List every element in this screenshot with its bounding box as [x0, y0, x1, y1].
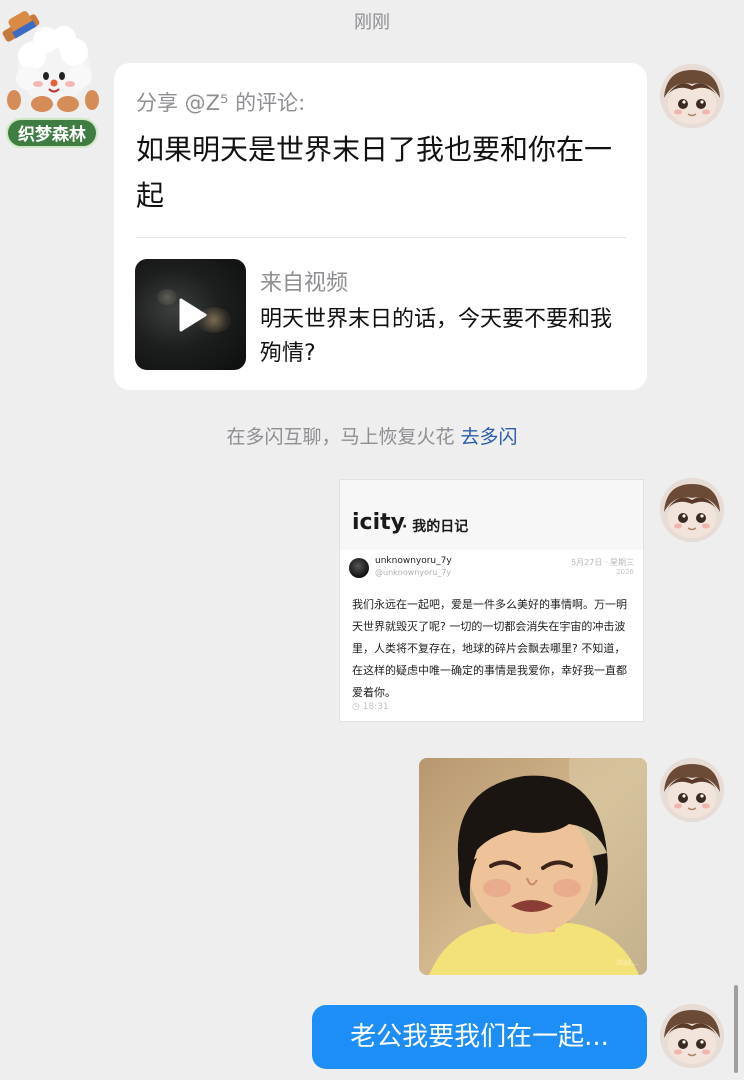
- shared-comment-text: 如果明天是世界末日了我也要和你在一起: [136, 133, 613, 212]
- my-avatar[interactable]: [660, 1004, 724, 1068]
- icity-subtitle: · 我的日记: [402, 519, 469, 535]
- icity-logo: icity: [352, 510, 405, 535]
- share-header: 分享 @Z⁵ 的评论:: [136, 91, 306, 115]
- icity-handle: @unknownyoru_7y: [375, 568, 452, 577]
- spark-hint: 在多闪互聊，马上恢复火花 去多闪: [0, 422, 744, 449]
- video-title: 明天世界末日的话，今天要不要和我殉情?: [260, 307, 613, 366]
- video-thumbnail[interactable]: [135, 259, 246, 370]
- divider: [136, 237, 626, 238]
- my-avatar[interactable]: [660, 478, 724, 542]
- icity-diary-text: 我们永远在一起吧，爱是一件多么美好的事情啊。万一明天世界就毁灭了呢? 一切的一切…: [352, 598, 627, 699]
- icity-time-value: 18:31: [362, 702, 389, 712]
- shared-comment-card[interactable]: 分享 @Z⁵ 的评论: 如果明天是世界末日了我也要和你在一起 来自视频 明天世界…: [114, 63, 647, 390]
- spark-hint-text: 在多闪互聊，马上恢复火花: [226, 426, 461, 448]
- my-avatar[interactable]: [660, 758, 724, 822]
- icity-username: unknownyoru_7y: [375, 556, 452, 566]
- icity-time: ◷ 18:31: [352, 702, 389, 712]
- sent-message-bubble[interactable]: 老公我要我们在一起...: [312, 1005, 647, 1069]
- scrollbar[interactable]: [734, 985, 738, 1073]
- left-user-avatar[interactable]: [2, 8, 102, 118]
- from-video-label: 来自视频: [260, 271, 349, 296]
- play-icon[interactable]: [171, 295, 211, 335]
- icity-year: 2026: [616, 568, 634, 576]
- icity-user-avatar: [349, 558, 369, 578]
- message-timestamp: 刚刚: [354, 12, 390, 33]
- left-user-badge: 织梦森林: [6, 118, 98, 148]
- clock-icon: ◷: [352, 702, 363, 712]
- icity-date: 5月27日 · 星期三: [571, 558, 634, 567]
- photo-watermark: Ikat...: [616, 958, 639, 967]
- my-avatar[interactable]: [660, 64, 724, 128]
- open-duoshan-link[interactable]: 去多闪: [461, 426, 518, 448]
- icity-diary-image[interactable]: icity · 我的日记 unknownyoru_7y @unknownyoru…: [340, 480, 643, 721]
- crying-face-photo[interactable]: Ikat...: [419, 758, 647, 975]
